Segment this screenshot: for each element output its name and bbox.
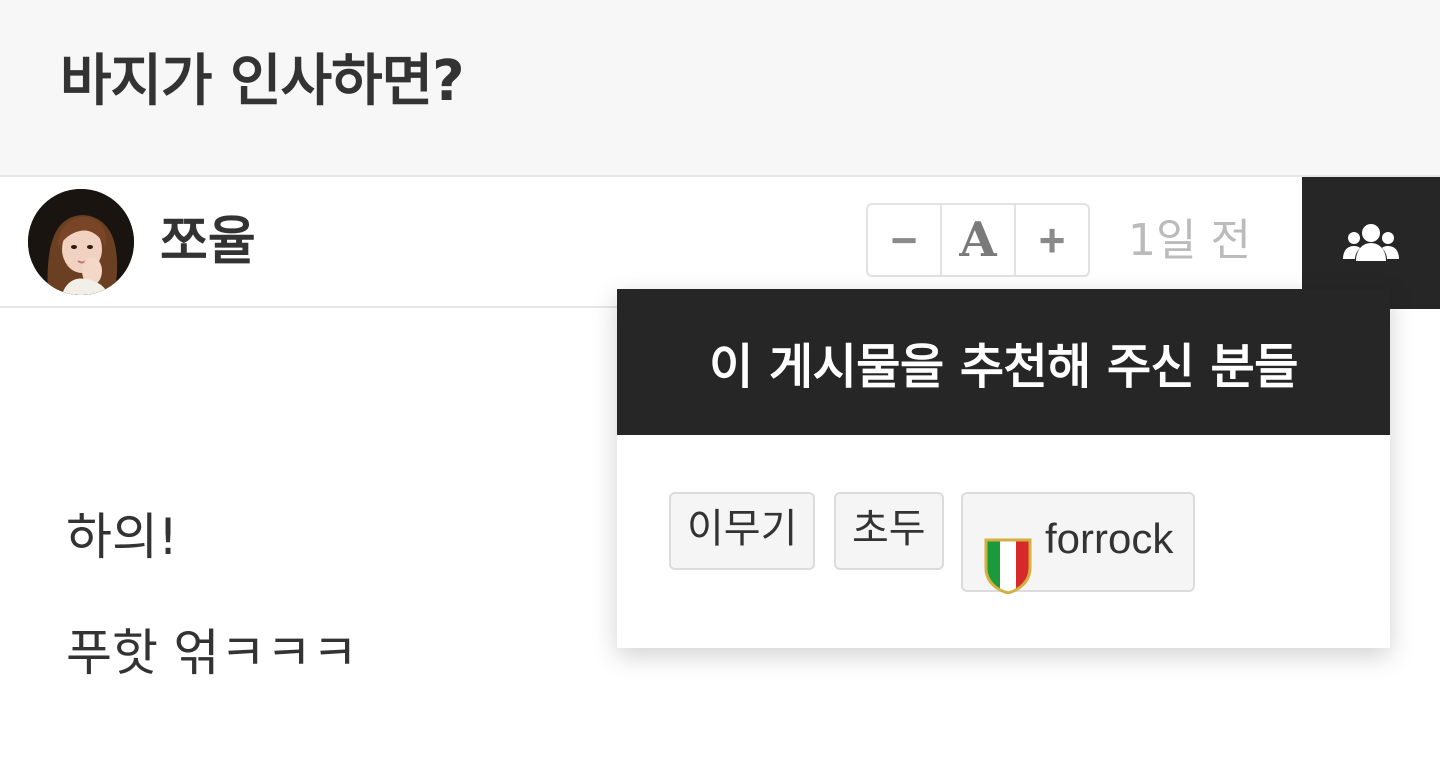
avatar-photo — [28, 189, 134, 295]
content-line: 하의! — [66, 508, 179, 566]
page-title: 바지가 인사하면? — [60, 49, 465, 114]
font-size-control: − A + — [866, 203, 1090, 277]
post-page: 바지가 인사하면? 쪼율 − A + 1일 전 하의! 푸핫 얶ㅋㅋㅋ 이 게시… — [0, 0, 1440, 771]
avatar[interactable] — [28, 189, 134, 295]
recommender-chip[interactable]: 이무기 — [669, 492, 815, 570]
recommender-name: forrock — [1045, 515, 1174, 562]
content-line: 푸핫 얶ㅋㅋㅋ — [66, 624, 358, 682]
popup-title: 이 게시물을 추천해 주신 분들 — [617, 289, 1390, 435]
users-group-icon — [1343, 224, 1399, 261]
font-decrease-button[interactable]: − — [868, 205, 940, 275]
author-name[interactable]: 쪼율 — [160, 209, 256, 275]
post-time: 1일 전 — [1128, 215, 1251, 266]
font-reset-button[interactable]: A — [940, 205, 1014, 275]
title-bar: 바지가 인사하면? — [0, 0, 1440, 175]
recommender-chip[interactable]: 초두 — [834, 492, 944, 570]
italian-flag-shield-icon — [984, 538, 1032, 594]
recommenders-popup: 이 게시물을 추천해 주신 분들 이무기 초두 forrock — [617, 289, 1390, 648]
recommender-chip[interactable]: forrock — [961, 492, 1195, 594]
font-increase-button[interactable]: + — [1014, 205, 1088, 275]
